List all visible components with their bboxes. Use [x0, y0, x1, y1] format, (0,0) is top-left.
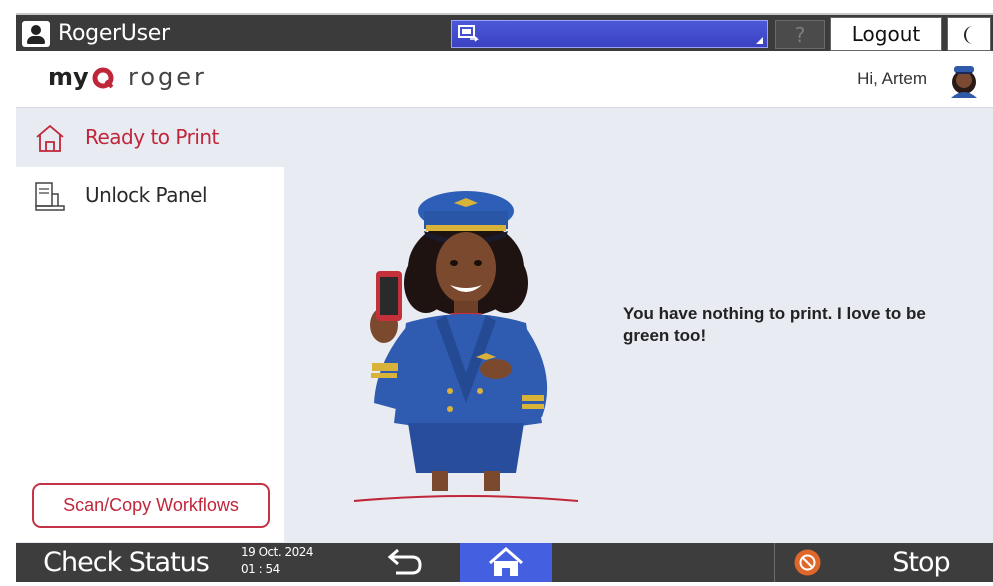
myq-roger-logo: my roger: [48, 63, 207, 91]
sidebar-item-label: Unlock Panel: [85, 183, 208, 207]
sidebar-item-label: Ready to Print: [85, 125, 219, 149]
greeting-text: Hi, Artem: [857, 69, 927, 88]
energy-saver-button[interactable]: [947, 17, 991, 51]
stop-button[interactable]: Stop: [866, 543, 976, 582]
user-chip[interactable]: RogerUser: [22, 19, 170, 48]
moon-icon: [964, 26, 973, 44]
scan-copy-workflows-button[interactable]: Scan/Copy Workflows: [32, 483, 270, 528]
home-outline-icon: [36, 124, 64, 152]
svg-text:roger: roger: [128, 63, 207, 91]
date-time-display: 19 Oct. 2024 01 : 54: [241, 544, 314, 578]
back-button[interactable]: [346, 543, 456, 582]
empty-queue-message: You have nothing to print. I love to be …: [623, 304, 926, 345]
divider: [774, 543, 775, 582]
time-text: 01 : 54: [241, 562, 280, 576]
device-screen: RogerUser ? Logout my roger Hi, Artem Re…: [16, 13, 993, 582]
sidebar: Ready to Print Unlock Panel Scan/Copy Wo…: [16, 109, 284, 542]
check-status-button[interactable]: Check Status: [16, 543, 236, 582]
screen-switch-icon: [458, 25, 479, 42]
home-button[interactable]: [460, 543, 552, 582]
back-arrow-icon: [387, 548, 422, 575]
svg-text:my: my: [48, 63, 89, 91]
user-icon: [22, 20, 50, 47]
printer-panel-icon: [35, 182, 65, 211]
system-top-bar: RogerUser ? Logout: [16, 13, 993, 51]
pilot-illustration: [353, 191, 579, 502]
username-label: RogerUser: [58, 21, 170, 46]
avatar[interactable]: [945, 60, 983, 98]
dropdown-corner-icon: [756, 37, 763, 44]
stop-icon[interactable]: [794, 549, 821, 576]
date-text: 19 Oct. 2024: [241, 545, 314, 559]
sidebar-item-unlock-panel[interactable]: Unlock Panel: [16, 167, 284, 225]
help-button[interactable]: ?: [775, 20, 825, 49]
logout-button[interactable]: Logout: [830, 17, 942, 51]
home-icon: [489, 547, 523, 576]
app-header: my roger Hi, Artem: [16, 51, 993, 108]
screen-switch-dropdown[interactable]: [451, 20, 768, 48]
system-bottom-bar: Check Status 19 Oct. 2024 01 : 54 Stop: [16, 543, 993, 582]
sidebar-item-ready-to-print[interactable]: Ready to Print: [16, 109, 284, 167]
